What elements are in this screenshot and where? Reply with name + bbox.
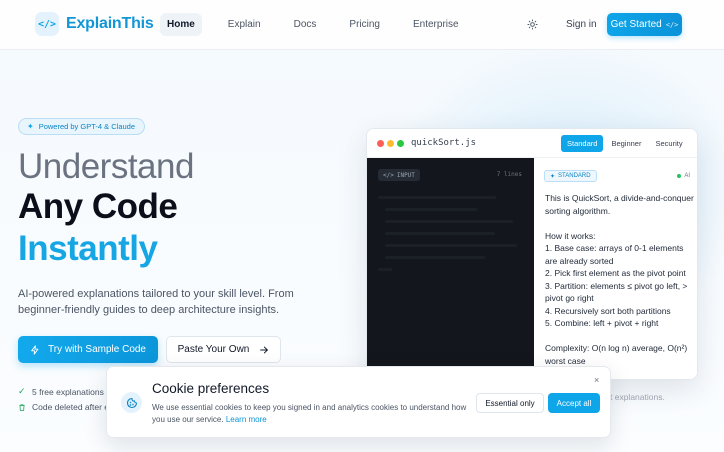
ai-status: AI [677, 173, 690, 179]
tab-security[interactable]: Security [649, 135, 688, 152]
cookie-title: Cookie preferences [152, 381, 270, 396]
sparkle-icon: ✦ [550, 173, 556, 180]
brand-name: ExplainThis [66, 15, 154, 32]
code-line [385, 208, 477, 211]
tab-beginner[interactable]: Beginner [605, 135, 647, 152]
badge-label: Powered by GPT-4 & Claude [38, 122, 136, 131]
code-brackets-icon: </> [665, 20, 679, 29]
close-icon[interactable]: × [594, 375, 599, 385]
try-sample-code-label: Try with Sample Code [48, 344, 146, 355]
try-sample-code-button[interactable]: Try with Sample Code [18, 336, 158, 363]
paste-your-own-label: Paste Your Own [177, 344, 250, 355]
code-line [385, 220, 513, 223]
window-titlebar: quickSort.js Standard Beginner Security [367, 129, 697, 158]
window-maximize-dot [397, 140, 404, 147]
level-tabs: Standard Beginner Security [561, 135, 689, 152]
learn-more-link[interactable]: Learn more [226, 415, 267, 424]
get-started-label: Get Started [610, 19, 662, 30]
window-close-dot [377, 140, 384, 147]
window-minimize-dot [387, 140, 394, 147]
arrow-right-icon [260, 346, 269, 353]
hero-description: AI-powered explanations tailored to your… [18, 288, 294, 316]
sun-icon [526, 18, 538, 30]
explanation-pane: ✦ STANDARD AI This is QuickSort, a divid… [534, 158, 697, 379]
code-line [385, 244, 517, 247]
code-brackets-icon: </> [383, 171, 394, 179]
tab-standard[interactable]: Standard [561, 135, 604, 152]
brand-logo[interactable]: </> ExplainThis [35, 12, 154, 36]
hero-title-line-3: Instantly [18, 229, 158, 268]
accept-all-button[interactable]: Accept all [548, 393, 600, 413]
line-count: 7 lines [496, 171, 522, 178]
code-line [378, 268, 392, 271]
nav-pricing[interactable]: Pricing [342, 13, 387, 36]
file-name: quickSort.js [411, 138, 477, 148]
hero-title-line-2: Any Code [18, 187, 178, 226]
partially-hidden-text: t explanations. [610, 392, 665, 402]
nav-explain[interactable]: Explain [221, 13, 268, 36]
input-label: </> INPUT [378, 169, 420, 181]
cookie-icon [121, 392, 142, 413]
sign-in-link[interactable]: Sign in [566, 19, 597, 30]
code-demo-window: quickSort.js Standard Beginner Security … [366, 128, 698, 380]
cookie-banner: Cookie preferences We use essential cook… [106, 366, 611, 438]
powered-by-badge: ✦ Powered by GPT-4 & Claude [18, 118, 146, 135]
feature-code-deleted: Code deleted after e [18, 402, 109, 412]
top-navbar: </> ExplainThis Home Explain Docs Pricin… [0, 0, 724, 50]
lightning-icon [31, 344, 39, 355]
main-nav: Home Explain Docs Pricing Enterprise [160, 13, 485, 36]
code-line [378, 196, 496, 199]
code-input-pane[interactable]: </> INPUT 7 lines [367, 158, 534, 379]
nav-enterprise[interactable]: Enterprise [406, 13, 466, 36]
code-line [385, 256, 485, 259]
theme-toggle-button[interactable] [524, 16, 540, 32]
check-icon: ✓ [18, 386, 26, 396]
sparkle-icon: ✦ [27, 122, 34, 131]
status-dot [677, 174, 682, 178]
explanation-text: This is QuickSort, a divide-and-conquer … [545, 193, 694, 366]
essential-only-button[interactable]: Essential only [476, 393, 544, 413]
nav-docs[interactable]: Docs [287, 13, 324, 36]
paste-your-own-button[interactable]: Paste Your Own [166, 336, 281, 363]
feature-label: 5 free explanations [32, 386, 104, 397]
get-started-button[interactable]: Get Started </> [607, 13, 682, 36]
hero-title-line-1: Understand [18, 147, 194, 186]
nav-home[interactable]: Home [160, 13, 202, 36]
trash-icon [19, 403, 25, 411]
cookie-description: We use essential cookies to keep you sig… [152, 403, 467, 424]
code-line [385, 232, 495, 235]
feature-label: Code deleted after e [32, 402, 110, 412]
feature-free-explanations: ✓ 5 free explanations [18, 386, 104, 397]
code-brackets-icon: </> [35, 12, 59, 36]
output-level-tag: ✦ STANDARD [544, 170, 597, 182]
